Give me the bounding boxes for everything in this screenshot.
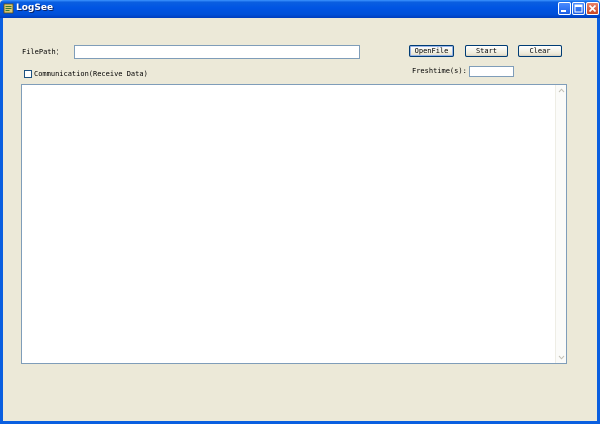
communication-checkbox[interactable] [24, 70, 32, 78]
filepath-label: FilePath： [22, 48, 63, 56]
clear-button[interactable]: Clear [518, 45, 562, 57]
window-frame-left [0, 18, 3, 424]
maximize-icon [574, 4, 583, 13]
close-button[interactable] [586, 2, 599, 15]
open-file-button[interactable]: OpenFile [409, 45, 454, 57]
chevron-up-icon [558, 88, 565, 93]
window-title: LogSee [16, 3, 54, 13]
communication-label: Communication(Receive Data) [34, 70, 148, 78]
minimize-button[interactable] [558, 2, 571, 15]
maximize-button[interactable] [572, 2, 585, 15]
filepath-input[interactable] [74, 45, 360, 59]
minimize-icon [561, 10, 566, 12]
scroll-down-arrow[interactable] [557, 353, 566, 362]
start-button[interactable]: Start [465, 45, 508, 57]
log-textarea[interactable] [21, 84, 567, 364]
chevron-down-icon [558, 355, 565, 360]
app-icon [3, 3, 14, 14]
close-icon [588, 4, 597, 13]
freshtime-label: Freshtime(s): [412, 67, 467, 75]
scroll-up-arrow[interactable] [557, 86, 566, 95]
app-window: LogSee FilePath： OpenFile Start Clear Co… [0, 0, 600, 424]
vertical-scrollbar[interactable] [555, 85, 566, 363]
freshtime-input[interactable] [469, 66, 514, 77]
title-bar[interactable]: LogSee [0, 0, 600, 18]
